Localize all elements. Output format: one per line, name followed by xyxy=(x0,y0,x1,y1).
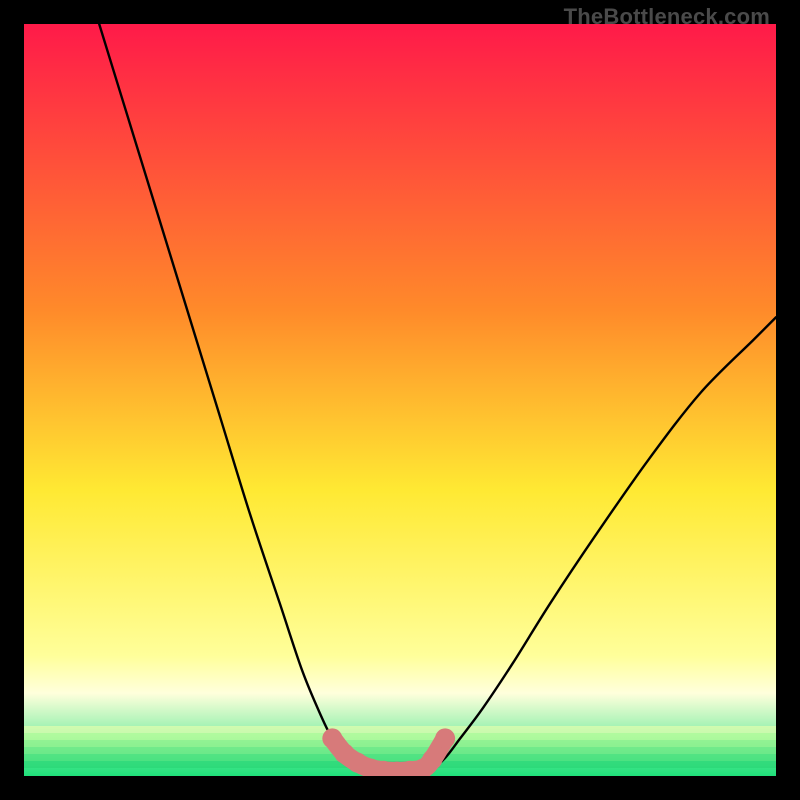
chart-svg xyxy=(24,24,776,776)
bottom-band xyxy=(24,740,776,747)
watermark-text: TheBottleneck.com xyxy=(564,4,770,30)
gradient-background xyxy=(24,24,776,776)
bottom-band xyxy=(24,726,776,733)
bottom-band xyxy=(24,747,776,754)
bottom-band xyxy=(24,733,776,740)
plot-area xyxy=(24,24,776,776)
outer-frame: TheBottleneck.com xyxy=(0,0,800,800)
trough-marker-dot xyxy=(422,749,442,769)
bottom-band xyxy=(24,754,776,761)
trough-marker-dot xyxy=(435,728,455,748)
